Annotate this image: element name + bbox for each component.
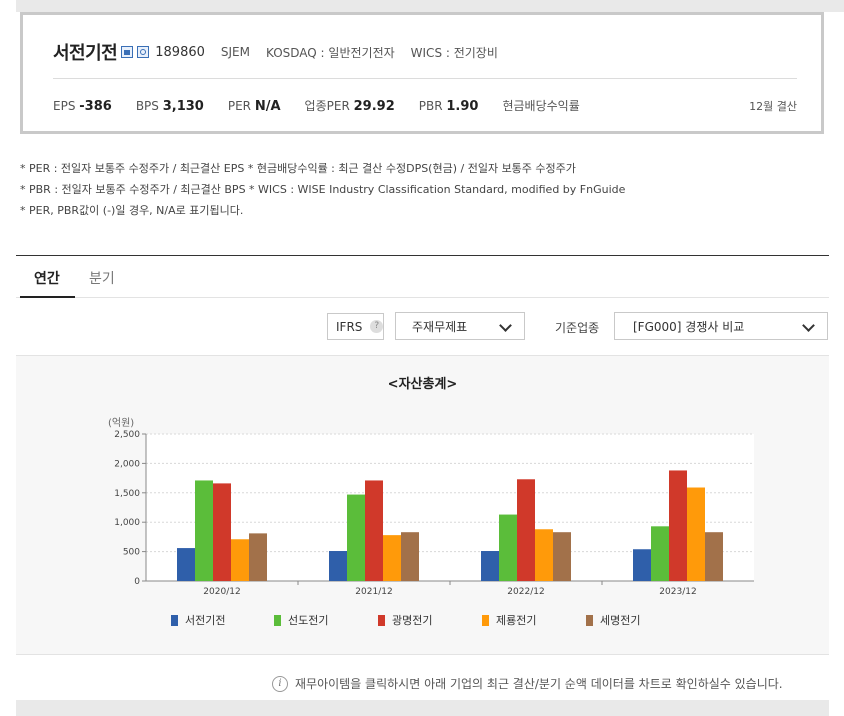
stat-bps: BPS 3,130 xyxy=(135,99,204,114)
bar xyxy=(329,551,347,581)
footnote-na: * PER, PBR값이 (-)일 경우, N/A로 표기됩니다. xyxy=(20,204,244,217)
bottom-shadow xyxy=(16,700,829,716)
right-edge xyxy=(829,140,844,716)
tab-annual[interactable]: 연간 xyxy=(34,268,60,288)
x-tick-label: 2020/12 xyxy=(203,587,240,597)
legend-swatch xyxy=(171,615,178,626)
bar xyxy=(553,532,571,581)
stat-eps: EPS -386 xyxy=(53,99,112,114)
bar xyxy=(231,539,249,581)
bar xyxy=(633,549,651,581)
legend-label: 제룡전기 xyxy=(496,614,536,627)
bps-value: 3,130 xyxy=(162,99,204,114)
company-info-icon[interactable] xyxy=(137,46,150,58)
home-icon[interactable] xyxy=(121,46,134,58)
y-tick-label: 500 xyxy=(123,548,140,558)
bar xyxy=(705,532,723,581)
chevron-down-icon xyxy=(802,319,815,332)
info-text: 재무아이템을 클릭하시면 아래 기업의 최근 결산/분기 순액 데이터를 차트로… xyxy=(295,677,783,691)
stat-pbr: PBR 1.90 xyxy=(418,99,479,114)
company-header: 서전기전 189860 SJEM KOSDAQ : 일반전기전자 WICS : … xyxy=(53,39,498,65)
x-tick-label: 2022/12 xyxy=(507,587,544,597)
footnote-pbr: * PBR : 전일자 보통주 수정주가 / 최근결산 BPS * WICS :… xyxy=(20,183,626,196)
info-icon: i xyxy=(272,675,288,692)
english-name: SJEM xyxy=(220,45,250,59)
standard-industry-label: 기준업종 xyxy=(555,321,600,335)
stat-industry-per: 업종PER 29.92 xyxy=(304,99,395,114)
bar xyxy=(347,494,365,581)
stat-dividend-yield: 현금배당수익률 xyxy=(502,99,580,113)
legend-label: 세명전기 xyxy=(600,614,640,627)
total-assets-chart: <자산총계> (억원) 0 500 1,000 1,500 2,000 2,500 2020/1… xyxy=(108,376,754,627)
chevron-down-icon xyxy=(499,319,512,332)
legend-label: 서전기전 xyxy=(185,614,225,627)
bar xyxy=(177,548,195,581)
legend-swatch xyxy=(482,615,489,626)
y-tick-label: 1,500 xyxy=(114,489,140,499)
chart-unit-label: (억원) xyxy=(108,417,134,429)
card-divider xyxy=(53,78,797,79)
bar xyxy=(365,480,383,581)
industry-compare-select[interactable]: [FG000] 경쟁사 비교 xyxy=(614,312,828,340)
tab-quarterly[interactable]: 분기 xyxy=(89,268,115,288)
footnotes: * PER : 전일자 보통주 수정주가 / 최근결산 EPS * 현금배당수익… xyxy=(20,158,625,221)
tabs-top-border xyxy=(16,255,829,256)
bar xyxy=(687,487,705,581)
market-sector: KOSDAQ : 일반전기전자 xyxy=(265,45,395,60)
statement-type-value: 주재무제표 xyxy=(412,319,468,334)
bar xyxy=(249,533,267,581)
bar xyxy=(651,526,669,581)
company-summary-card: 서전기전 189860 SJEM KOSDAQ : 일반전기전자 WICS : … xyxy=(20,12,824,134)
chart-title: <자산총계> xyxy=(388,376,458,392)
legend-swatch xyxy=(274,615,281,626)
legend-label: 광명전기 xyxy=(392,614,432,627)
bar xyxy=(481,551,499,581)
bar xyxy=(195,480,213,581)
y-tick-label: 0 xyxy=(134,577,140,587)
wics-sector: WICS : 전기장비 xyxy=(410,45,498,60)
y-tick-label: 2,000 xyxy=(114,459,140,469)
bar xyxy=(213,483,231,581)
y-tick-label: 2,500 xyxy=(114,430,140,440)
ifrs-label: IFRS xyxy=(336,319,363,334)
company-name: 서전기전 xyxy=(53,43,118,64)
footnote-per: * PER : 전일자 보통주 수정주가 / 최근결산 EPS * 현금배당수익… xyxy=(20,162,576,175)
tabs-bottom-border xyxy=(16,297,829,298)
x-tick-label: 2021/12 xyxy=(355,587,392,597)
help-icon[interactable]: ? xyxy=(370,320,383,333)
eps-value: -386 xyxy=(79,99,112,114)
x-tick-label: 2023/12 xyxy=(659,587,696,597)
y-tick-label: 1,000 xyxy=(114,518,140,528)
bar xyxy=(499,514,517,581)
legend-label: 선도전기 xyxy=(288,614,328,627)
bar xyxy=(669,470,687,581)
stock-code: 189860 xyxy=(155,44,205,60)
statement-type-select[interactable]: 주재무제표 xyxy=(395,312,525,340)
legend-swatch xyxy=(378,615,385,626)
bar xyxy=(517,479,535,581)
bar xyxy=(535,529,553,581)
settlement-month: 12월 결산 xyxy=(749,100,797,113)
industry-compare-value: [FG000] 경쟁사 비교 xyxy=(633,319,745,334)
per-value: N/A xyxy=(254,99,281,114)
tab-active-indicator xyxy=(20,296,75,298)
top-shadow xyxy=(16,0,844,12)
industry-per-value: 29.92 xyxy=(353,99,395,114)
legend-swatch xyxy=(586,615,593,626)
bar xyxy=(401,532,419,581)
info-message: i 재무아이템을 클릭하시면 아래 기업의 최근 결산/분기 순액 데이터를 차… xyxy=(272,675,783,692)
ifrs-label-box: IFRS ? xyxy=(327,313,384,340)
bar xyxy=(383,535,401,581)
chart-panel: <자산총계> (억원) 0 500 1,000 1,500 2,000 2,500 2020/1… xyxy=(16,355,829,655)
stats-row: EPS -386 BPS 3,130 PER N/A 업종PER 29.92 P… xyxy=(53,97,604,114)
stat-per: PER N/A xyxy=(227,99,281,114)
pbr-value: 1.90 xyxy=(446,99,479,114)
